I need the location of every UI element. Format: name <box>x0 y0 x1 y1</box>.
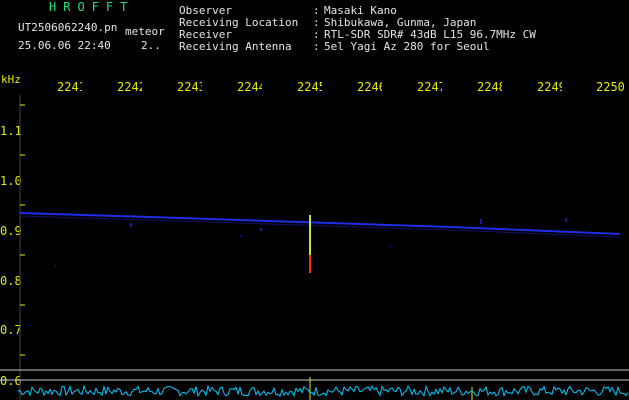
x-tick-label: 2249 <box>537 80 562 94</box>
noise-dot <box>480 219 482 224</box>
power-spectrum <box>17 384 629 398</box>
x-tick-label: 2243 <box>177 80 202 94</box>
carrier-trace-shadow <box>19 215 621 238</box>
spectrum-trace <box>17 384 629 398</box>
count-label: 2.. <box>141 39 161 52</box>
x-tick-label: 2242 <box>117 80 142 94</box>
noise-dot <box>130 223 132 227</box>
y-axis-unit: kHz <box>1 73 21 86</box>
x-tick-label: 2247 <box>417 80 442 94</box>
noise-dot <box>240 235 241 237</box>
x-tick-label: 2248 <box>477 80 502 94</box>
x-tick-label: 2245 <box>297 80 322 94</box>
datetime-label: 25.06.06 22:40 <box>18 39 111 52</box>
antenna-label: Receiving Antenna <box>179 40 292 53</box>
noise-dot <box>390 245 391 247</box>
x-tick-label: 2250 <box>596 80 625 94</box>
spectrogram-plot <box>0 95 629 400</box>
separator: : <box>313 40 320 53</box>
x-tick-label: 2246 <box>357 80 382 94</box>
noise-dot <box>55 265 56 267</box>
x-tick-label: 2241 <box>57 80 82 94</box>
x-tick-label: 2244 <box>237 80 262 94</box>
program-title: HROFFT <box>49 0 135 14</box>
filename-label: UT2506062240.pn <box>18 21 118 34</box>
carrier-trace <box>19 212 621 235</box>
noise-dot <box>565 218 567 222</box>
antenna-value: 5el Yagi Az 280 for Seoul <box>324 40 490 53</box>
noise-dot <box>260 228 262 231</box>
meteor-tag: meteor <box>125 25 165 38</box>
